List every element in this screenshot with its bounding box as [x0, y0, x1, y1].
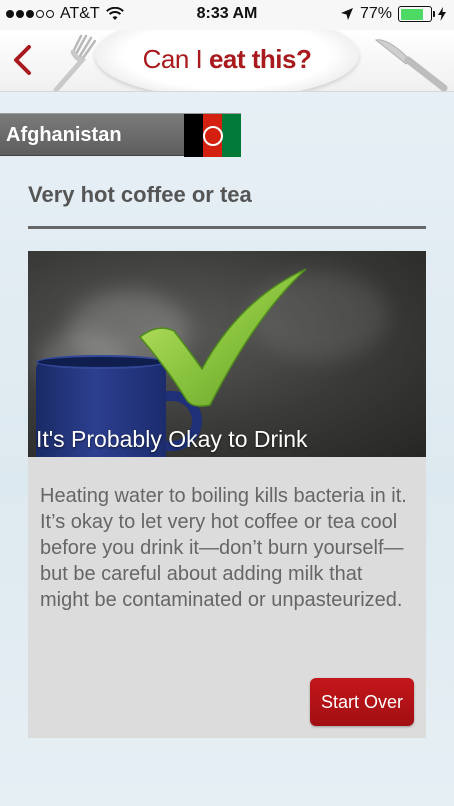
- food-title: Very hot coffee or tea: [28, 182, 252, 207]
- flag-emblem-icon: [202, 125, 223, 146]
- title-divider: [28, 226, 426, 229]
- green-checkmark-icon: [138, 268, 307, 407]
- status-right: 77%: [340, 5, 446, 23]
- status-bar: AT&T 8:33 AM 77%: [0, 0, 454, 30]
- result-description: Heating water to boiling kills bacteria …: [40, 485, 407, 611]
- start-over-button[interactable]: Start Over: [310, 678, 414, 726]
- flag-stripe-black: [184, 114, 203, 157]
- flag-stripe-green: [222, 114, 241, 157]
- result-image: It's Probably Okay to Drink: [28, 251, 426, 457]
- charging-bolt-icon: [438, 7, 446, 21]
- country-name: Afghanistan: [6, 124, 122, 146]
- afghanistan-flag-icon: [184, 114, 241, 157]
- nav-header: Can I eat this?: [0, 30, 454, 92]
- battery-percent: 77%: [359, 5, 392, 22]
- battery-fill: [400, 8, 423, 20]
- result-label: It's Probably Okay to Drink: [36, 426, 308, 452]
- country-banner: Afghanistan: [0, 113, 241, 157]
- description-panel: Heating water to boiling kills bacteria …: [28, 457, 426, 738]
- title-emphasis: eat this?: [208, 44, 312, 74]
- knife-icon: [374, 39, 448, 91]
- food-card: Very hot coffee or tea It's Probably Oka…: [28, 170, 426, 738]
- location-arrow-icon: [340, 8, 353, 20]
- battery-icon: [398, 6, 435, 22]
- title-prefix: Can I: [142, 44, 209, 74]
